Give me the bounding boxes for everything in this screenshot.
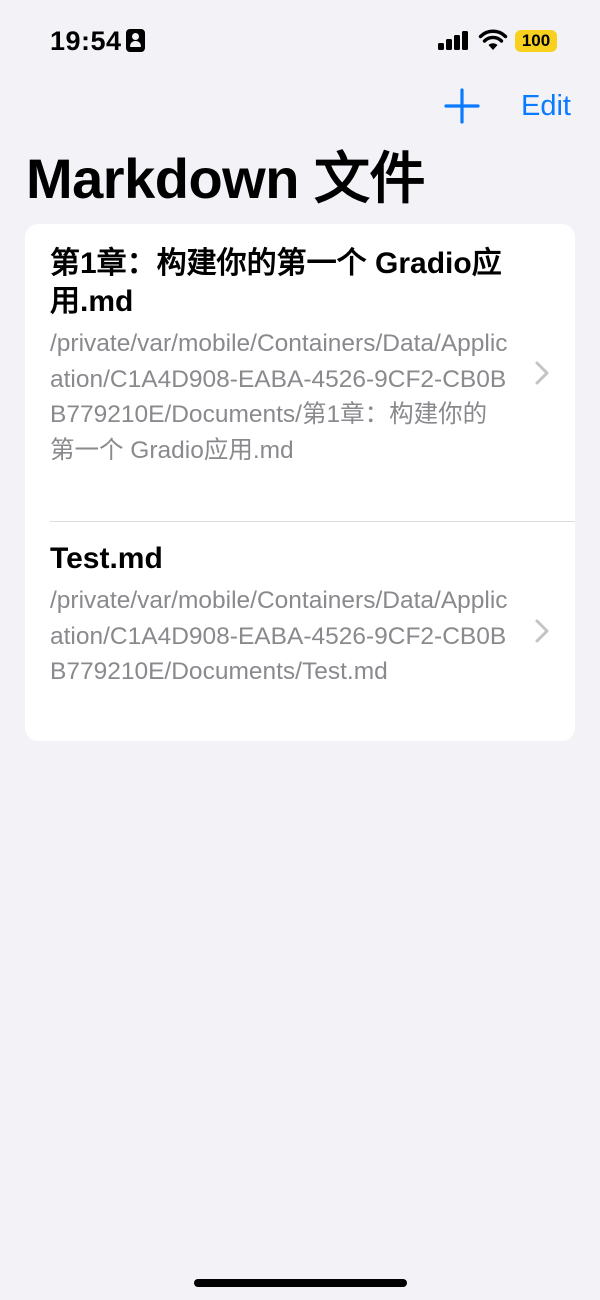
row-text: 第1章：构建你的第一个 Gradio应用.md /private/var/mob… [50,245,510,468]
wifi-icon [478,29,508,50]
row-text: Test.md /private/var/mobile/Containers/D… [50,540,510,690]
list-item[interactable]: 第1章：构建你的第一个 Gradio应用.md /private/var/mob… [25,224,575,522]
battery-level: 100 [521,31,551,50]
status-time: 19:54 [50,26,122,56]
file-path: /private/var/mobile/Containers/Data/Appl… [50,330,508,464]
list-item[interactable]: Test.md /private/var/mobile/Containers/D… [25,522,575,741]
cellular-signal-icon [438,31,470,50]
add-button[interactable] [444,88,480,124]
status-bar: 19:54 100 [0,0,600,80]
focus-mode-icon [126,29,145,52]
chevron-right-icon [535,619,549,643]
file-name: 第1章：构建你的第一个 Gradio应用.md [50,247,502,318]
chevron-right-icon [535,361,549,385]
battery-icon: 100 [515,30,557,52]
home-indicator[interactable] [194,1279,407,1287]
file-path: /private/var/mobile/Containers/Data/Appl… [50,587,508,685]
file-name: Test.md [50,542,163,575]
page-title: Markdown 文件 [26,147,425,210]
file-list: 第1章：构建你的第一个 Gradio应用.md /private/var/mob… [25,224,575,741]
edit-button[interactable]: Edit [521,90,571,123]
